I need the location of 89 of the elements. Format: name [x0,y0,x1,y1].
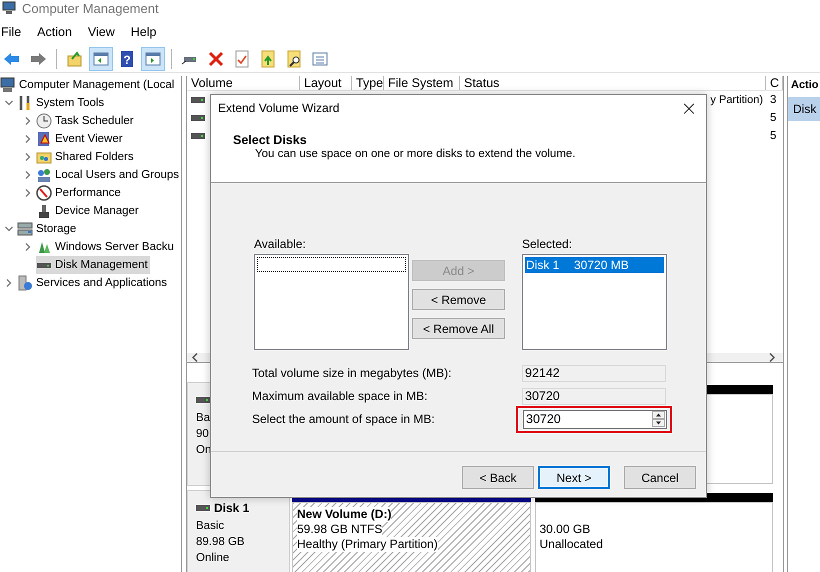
spin-down-icon[interactable] [652,419,665,427]
disk-type: Basic [196,519,224,534]
disk-drive-icon [196,397,210,403]
tree-item[interactable]: Storage [17,220,78,238]
expanded-chevron-icon[interactable] [4,225,12,233]
task-item[interactable]: Disk [788,97,820,121]
column-header[interactable]: Layout [300,76,352,90]
tree-item[interactable]: Device Manager [36,202,141,220]
gauge-icon [36,185,52,201]
table-cell-text: 3 [769,94,778,106]
wizard-button[interactable]: Next > [538,466,610,489]
column-header[interactable]: File System [384,76,460,90]
wizard-button[interactable]: Cancel [624,466,696,489]
close-button[interactable]: × [672,95,706,121]
collapsed-chevron-icon[interactable] [24,153,32,161]
window-title: Computer Management [22,0,159,16]
partition-status: Healthy (Primary Partition) [297,537,438,552]
disk-drive-icon [196,505,210,511]
disk-size: 89.98 GB [196,535,245,550]
users-icon [36,167,52,183]
book-icon [36,131,52,147]
readonly-field: 92142 [522,364,666,382]
selected-list[interactable]: Disk 1 30720 MB [522,254,667,350]
partition-block[interactable]: 30.00 GB Unallocated [532,490,775,572]
computer-icon [0,77,16,93]
available-label: Available: [254,237,307,251]
collapsed-chevron-icon[interactable] [24,243,32,251]
wizard-button[interactable]: < Back [462,466,534,489]
menu-item[interactable]: View [88,25,115,39]
tree-item[interactable]: Disk Management [36,256,150,274]
menu-item[interactable]: File [1,25,22,39]
disk-status: Online [196,551,230,566]
readonly-field: 30720 [522,388,666,404]
disk-name: Disk 1 [214,501,250,515]
collapsed-chevron-icon[interactable] [24,171,32,179]
collapsed-chevron-icon[interactable] [4,279,12,287]
collapsed-chevron-icon[interactable] [24,117,32,125]
tree-item[interactable]: System Tools [17,94,106,112]
column-header[interactable]: C [766,76,783,90]
field-label: Total volume size in megabytes (MB): [252,366,452,380]
column-header[interactable]: Type [352,76,384,90]
pane-title: Actio [790,78,820,93]
tree-item[interactable]: Computer Management (Local [0,76,176,94]
tree-item[interactable]: Shared Folders [36,148,136,166]
column-header[interactable]: Status [460,76,766,90]
device-icon [36,203,52,219]
table-cell: y Partition) [710,94,763,106]
disk-drive-icon [191,133,205,139]
table-cell-text: 5 [769,112,778,124]
column-header[interactable]: Volume [187,76,300,90]
storage-icon [17,221,33,237]
dialog-title: Extend Volume Wizard [218,101,340,115]
disk-label-panel[interactable]: Disk 1 Basic 89.98 GB Online [187,490,290,572]
table-cell-text: 5 [769,130,778,142]
move-button[interactable]: < Remove [412,289,505,310]
move-button[interactable]: < Remove All [412,318,505,339]
scroll-left-icon[interactable] [192,353,198,362]
tree-item[interactable]: Local Users and Groups [36,166,181,184]
spin-up-icon[interactable] [652,411,665,419]
partition-size: 59.98 GB NTFS [297,522,382,537]
available-list[interactable] [254,254,409,350]
tree-item[interactable]: Windows Server Backu [36,238,176,256]
scroll-right-icon[interactable] [769,353,775,362]
field-label: Select the amount of space in MB: [252,412,436,426]
collapsed-chevron-icon[interactable] [24,189,32,197]
tree-item[interactable]: Task Scheduler [36,112,136,130]
disk-size: 90 [196,427,209,442]
tree-item[interactable]: Services and Applications [17,274,170,292]
menu-item[interactable]: Action [37,25,72,39]
tree-pane-icon[interactable] [89,47,113,71]
collapsed-chevron-icon[interactable] [24,135,32,143]
app-icon [2,1,16,15]
field-label: Maximum available space in MB: [252,389,428,403]
selected-label: Selected: [522,237,574,251]
disk-type: Ba [196,411,210,426]
disk-drive-icon [191,115,205,121]
tree-item[interactable]: Performance [36,184,123,202]
partition-name: New Volume (D:) [297,507,392,522]
tree-item[interactable]: Event Viewer [36,130,125,148]
wizard-subheading: You can use space on one or more disks to extend the volume. [254,148,576,160]
disk-drive-icon [191,97,205,103]
menu-item[interactable]: Help [130,25,156,39]
clock-icon [36,113,52,129]
list-item[interactable]: Disk 1 30720 MB [525,257,664,273]
expanded-chevron-icon[interactable] [4,99,12,107]
wizard-heading: Select Disks [233,133,308,147]
action-pane-icon[interactable] [141,47,165,71]
spin-field[interactable]: 30720 [523,410,667,428]
services-icon [17,275,33,291]
